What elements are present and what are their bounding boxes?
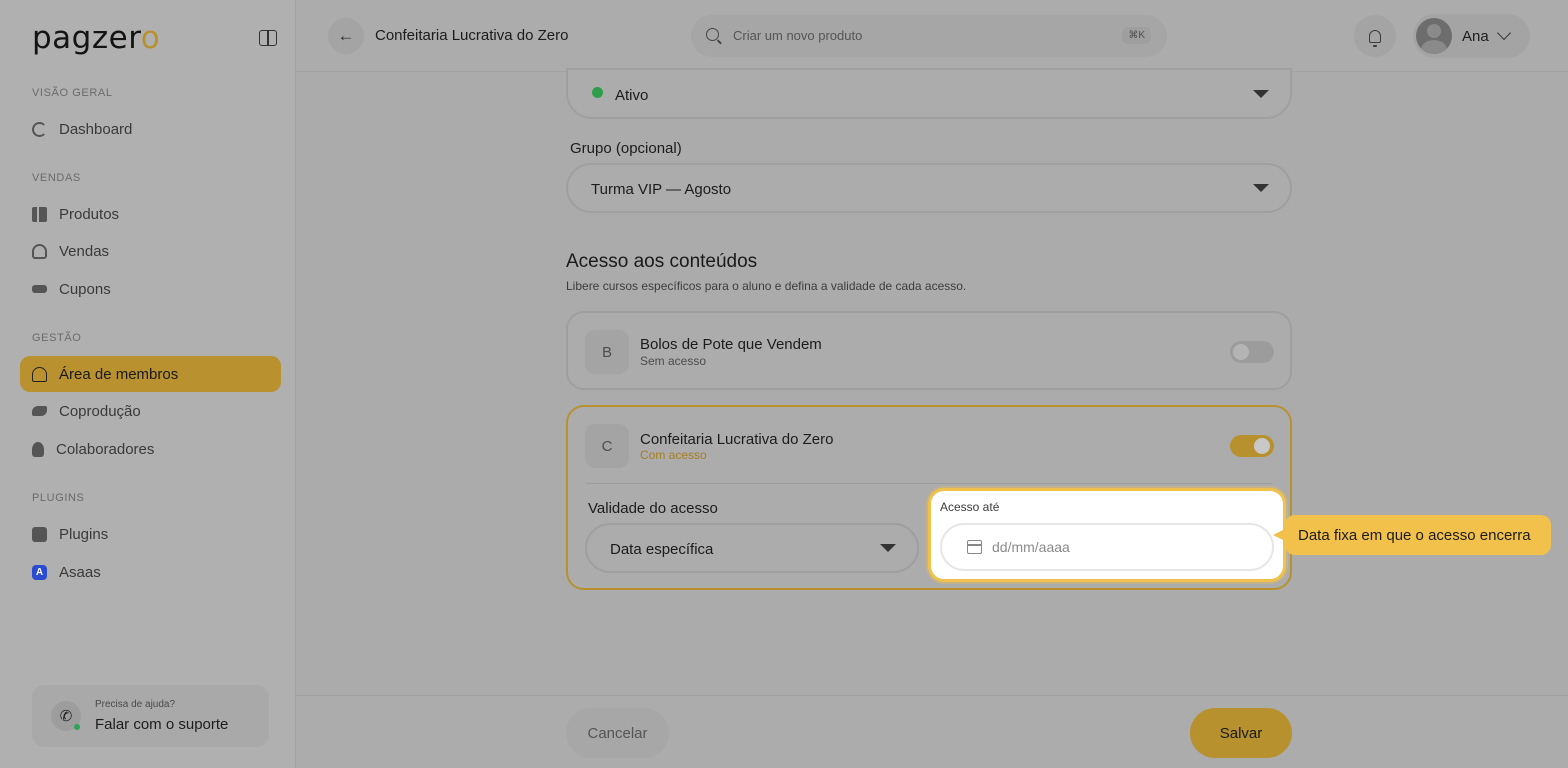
sidebar-item-asaas[interactable]: A Asaas	[20, 554, 281, 590]
validity-value: Data específica	[610, 541, 714, 558]
bell-icon	[1369, 29, 1381, 47]
whatsapp-icon: ✆	[51, 701, 81, 731]
divider	[586, 483, 1272, 484]
hint-tooltip: Data fixa em que o acesso encerra	[1273, 515, 1551, 555]
search-input[interactable]: Criar um novo produto	[733, 28, 862, 43]
group-value: Turma VIP — Agosto	[591, 181, 732, 198]
brand-logo[interactable]: pagzero	[32, 20, 160, 56]
course-access-toggle[interactable]	[1230, 341, 1274, 363]
course-initial-badge: C	[585, 424, 629, 468]
caret-down-icon	[880, 544, 896, 552]
sidebar-item-label: Vendas	[59, 242, 110, 260]
section-label-sales: VENDAS	[32, 172, 81, 184]
date-placeholder: dd/mm/aaaa	[992, 539, 1070, 555]
sidebar-item-products[interactable]: Produtos	[20, 196, 281, 232]
sidebar-item-label: Área de membros	[59, 365, 179, 383]
section-label-management: GESTÃO	[32, 332, 82, 344]
support-card[interactable]: ✆ Precisa de ajuda? Falar com o suporte	[32, 685, 269, 747]
section-label-overview: VISÃO GERAL	[32, 87, 113, 99]
sidebar-item-collaborators[interactable]: Colaboradores	[20, 431, 281, 467]
online-dot	[74, 724, 80, 730]
arrow-left-icon: ←	[337, 26, 355, 45]
caret-down-icon	[1253, 184, 1269, 192]
status-value: Ativo	[615, 87, 649, 104]
sidebar-item-sales[interactable]: Vendas	[20, 233, 281, 269]
form-footer: Cancelar Salvar	[296, 695, 1568, 768]
user-menu[interactable]: Ana	[1413, 14, 1530, 58]
search-bar[interactable]: Criar um novo produto ⌘K	[691, 15, 1167, 57]
search-icon	[706, 28, 719, 41]
validity-label: Validade do acesso	[588, 500, 718, 517]
sales-icon	[32, 243, 47, 259]
course-title: Bolos de Pote que Vendem	[640, 336, 822, 353]
asaas-icon: A	[32, 564, 47, 580]
sidebar-item-label: Plugins	[59, 525, 109, 543]
coupon-icon	[32, 285, 47, 293]
course-status: Sem acesso	[640, 354, 707, 368]
dashboard-icon	[32, 121, 47, 137]
access-heading: Acesso aos conteúdos	[566, 251, 758, 272]
products-icon	[32, 206, 47, 222]
sidebar-item-label: Produtos	[59, 205, 120, 223]
group-label: Grupo (opcional)	[570, 140, 682, 157]
toggle-knob	[1233, 344, 1249, 360]
sidebar-collapse-icon[interactable]	[259, 30, 277, 46]
sidebar-item-label: Coprodução	[59, 402, 141, 420]
puzzle-icon	[32, 526, 47, 542]
section-label-plugins: PLUGINS	[32, 492, 85, 504]
calendar-icon	[967, 540, 982, 554]
chevron-down-icon	[1496, 25, 1512, 41]
course-status: Com acesso	[640, 448, 707, 462]
course-access-toggle[interactable]	[1230, 435, 1274, 457]
sidebar: pagzero VISÃO GERAL Dashboard VENDAS Pro…	[0, 0, 296, 768]
access-until-label: Acesso até	[940, 500, 1000, 514]
access-until-field-highlight: Acesso até dd/mm/aaaa	[928, 488, 1286, 582]
members-icon	[32, 366, 47, 382]
cancel-button[interactable]: Cancelar	[566, 708, 669, 758]
page-title: Confeitaria Lucrativa do Zero	[375, 27, 569, 44]
access-subheading: Libere cursos específicos para o aluno e…	[566, 279, 967, 293]
sidebar-item-label: Cupons	[59, 280, 111, 298]
save-button[interactable]: Salvar	[1190, 708, 1292, 758]
sidebar-item-coproduction[interactable]: Coprodução	[20, 393, 281, 429]
handshake-icon	[32, 406, 47, 416]
sidebar-item-label: Asaas	[59, 563, 101, 581]
course-card: B Bolos de Pote que Vendem Sem acesso	[566, 311, 1292, 390]
shortcut-badge: ⌘K	[1122, 27, 1151, 44]
toggle-knob	[1254, 438, 1270, 454]
user-icon	[32, 441, 44, 457]
notifications-button[interactable]	[1354, 15, 1396, 57]
validity-select[interactable]: Data específica	[585, 523, 919, 573]
back-button[interactable]: ←	[328, 18, 364, 54]
sidebar-item-coupons[interactable]: Cupons	[20, 271, 281, 307]
access-until-date-input[interactable]: dd/mm/aaaa	[940, 523, 1274, 571]
sidebar-item-label: Colaboradores	[56, 440, 155, 458]
course-title: Confeitaria Lucrativa do Zero	[640, 431, 834, 448]
status-dot-icon	[592, 87, 603, 98]
sidebar-item-label: Dashboard	[59, 120, 133, 138]
sidebar-item-members-area[interactable]: Área de membros	[20, 356, 281, 392]
group-select[interactable]: Turma VIP — Agosto	[566, 163, 1292, 213]
user-name: Ana	[1462, 28, 1489, 45]
sidebar-item-plugins[interactable]: Plugins	[20, 516, 281, 552]
caret-down-icon	[1253, 90, 1269, 98]
avatar	[1416, 18, 1452, 54]
support-link[interactable]: Falar com o suporte	[95, 716, 228, 733]
course-initial-badge: B	[585, 330, 629, 374]
status-select[interactable]: Ativo	[566, 68, 1292, 119]
support-caption: Precisa de ajuda?	[95, 699, 176, 710]
top-header: ← Confeitaria Lucrativa do Zero Criar um…	[296, 0, 1568, 72]
sidebar-item-dashboard[interactable]: Dashboard	[20, 111, 281, 147]
